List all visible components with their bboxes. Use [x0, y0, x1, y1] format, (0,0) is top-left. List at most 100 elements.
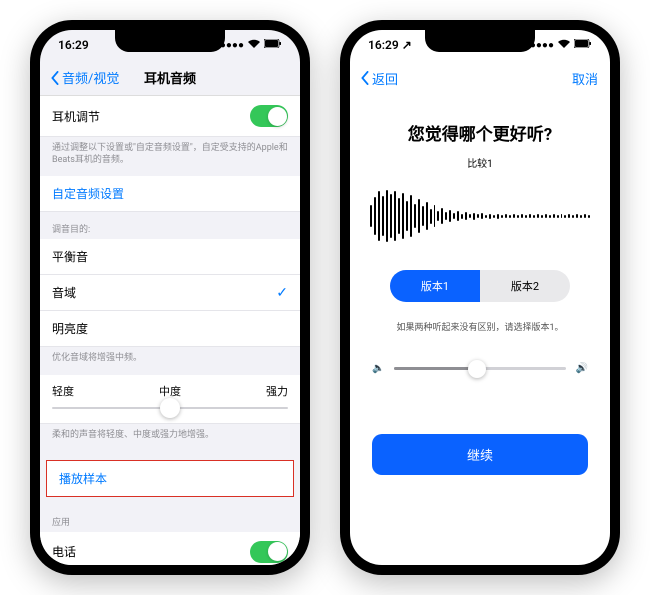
version-selector: 版本1 版本2: [390, 270, 570, 302]
app-phone-label: 电话: [52, 543, 76, 560]
intensity-high: 强力: [266, 383, 288, 399]
notch: [425, 30, 535, 52]
wave-bar: [453, 213, 455, 219]
headphone-adjust-label: 耳机调节: [52, 108, 100, 125]
wave-bar: [457, 211, 459, 221]
volume-row: 🔈 🔊: [372, 363, 588, 374]
wave-bar: [588, 215, 590, 218]
wave-bar: [418, 199, 420, 233]
wave-bar: [402, 193, 404, 239]
wave-bar: [529, 214, 531, 218]
wave-bar: [461, 214, 463, 219]
wave-bar: [501, 215, 503, 218]
wave-bar: [469, 214, 471, 218]
wave-bar: [445, 212, 447, 220]
phone-right: 16:29 ↗ ●●●● 返回 取消 您觉得哪个更好听? 比较1: [340, 20, 620, 575]
intensity-low: 轻度: [52, 383, 74, 399]
phone-left: 16:29 ●●●● 音频/视觉 耳机音频 耳机调节: [30, 20, 310, 575]
app-phone-toggle[interactable]: [250, 541, 288, 563]
wave-bar: [561, 214, 563, 218]
screen-compare: 16:29 ↗ ●●●● 返回 取消 您觉得哪个更好听? 比较1: [350, 30, 610, 565]
back-button[interactable]: 音频/视觉: [50, 68, 119, 87]
wave-bar: [398, 198, 400, 234]
intensity-footer: 柔和的声音将轻度、中度或强力地增强。: [40, 424, 300, 452]
cancel-button[interactable]: 取消: [572, 69, 598, 88]
headphone-adjust-toggle[interactable]: [250, 105, 288, 127]
wave-bar: [434, 205, 436, 227]
tune-vocal-label: 音域: [52, 284, 76, 301]
wave-bar: [513, 214, 515, 218]
wave-bar: [485, 215, 487, 218]
wave-bar: [568, 214, 570, 218]
wave-bar: [370, 205, 372, 227]
wave-bar: [473, 213, 475, 220]
wave-bar: [465, 212, 467, 220]
wave-bar: [493, 215, 495, 218]
compare-title: 您觉得哪个更好听?: [368, 120, 592, 145]
wave-bar: [386, 190, 388, 242]
play-sample-label: 播放样本: [59, 470, 107, 487]
wave-bar: [572, 215, 574, 218]
wave-bar: [537, 214, 539, 218]
custom-audio-setup-label: 自定音频设置: [52, 185, 124, 202]
nav-bar: 返回 取消: [350, 60, 610, 96]
wave-bar: [509, 215, 511, 218]
wave-bar: [441, 208, 443, 224]
highlight-box: 播放样本: [46, 460, 294, 497]
nav-bar: 音频/视觉 耳机音频: [40, 60, 300, 96]
checkmark-icon: ✓: [276, 285, 288, 301]
wifi-icon: [558, 39, 570, 51]
wave-bar: [378, 191, 380, 241]
wave-bar: [557, 215, 559, 218]
intensity-mid: 中度: [159, 383, 181, 399]
battery-icon: [264, 39, 282, 51]
wave-bar: [481, 213, 483, 219]
wave-bar: [497, 214, 499, 219]
back-button[interactable]: 返回: [360, 69, 398, 88]
volume-slider[interactable]: [394, 367, 565, 370]
content: 您觉得哪个更好听? 比较1 版本1 版本2 如果两种听起来没有区别，请选择版本1…: [350, 96, 610, 487]
tune-option-brightness[interactable]: 明亮度: [40, 311, 300, 347]
wave-bar: [564, 215, 566, 218]
compare-hint: 如果两种听起来没有区别，请选择版本1。: [368, 320, 592, 333]
wave-bar: [414, 204, 416, 228]
apps-header: 应用: [40, 505, 300, 532]
wave-bar: [390, 194, 392, 238]
intensity-labels: 轻度 中度 强力: [52, 383, 288, 399]
app-phone-row: 电话: [40, 532, 300, 565]
version2-button[interactable]: 版本2: [480, 270, 570, 302]
wave-bar: [521, 214, 523, 218]
play-sample-row[interactable]: 播放样本: [47, 461, 293, 496]
tune-option-vocal[interactable]: 音域 ✓: [40, 275, 300, 311]
screen-settings: 16:29 ●●●● 音频/视觉 耳机音频 耳机调节: [40, 30, 300, 565]
continue-button[interactable]: 继续: [372, 434, 588, 475]
wave-bar: [449, 210, 451, 222]
volume-low-icon: 🔈: [372, 363, 384, 374]
tune-brightness-label: 明亮度: [52, 320, 88, 337]
wave-bar: [382, 196, 384, 236]
wave-bar: [489, 214, 491, 219]
wave-bar: [406, 201, 408, 231]
wave-bar: [505, 214, 507, 218]
adjust-footer: 通过调整以下设置或"自定音频设置"，自定受支持的Apple和Beats耳机的音频…: [40, 137, 300, 176]
wave-bar: [553, 214, 555, 218]
headphone-adjust-row: 耳机调节: [40, 96, 300, 137]
tune-option-balance[interactable]: 平衡音: [40, 239, 300, 275]
wave-bar: [426, 202, 428, 230]
status-indicators: ●●●●: [220, 39, 282, 51]
wave-bar: [410, 195, 412, 237]
notch: [115, 30, 225, 52]
status-time: 16:29: [58, 38, 89, 52]
custom-audio-setup-row[interactable]: 自定音频设置: [40, 176, 300, 212]
back-label: 返回: [372, 69, 398, 88]
wave-bar: [430, 209, 432, 224]
wave-bar: [525, 215, 527, 218]
intensity-slider[interactable]: [52, 407, 288, 409]
wifi-icon: [248, 39, 260, 51]
battery-icon: [574, 39, 592, 51]
wave-bar: [576, 214, 578, 218]
wave-bar: [477, 214, 479, 218]
tune-header: 调音目的:: [40, 212, 300, 239]
back-label: 音频/视觉: [62, 68, 119, 87]
version1-button[interactable]: 版本1: [390, 270, 480, 302]
